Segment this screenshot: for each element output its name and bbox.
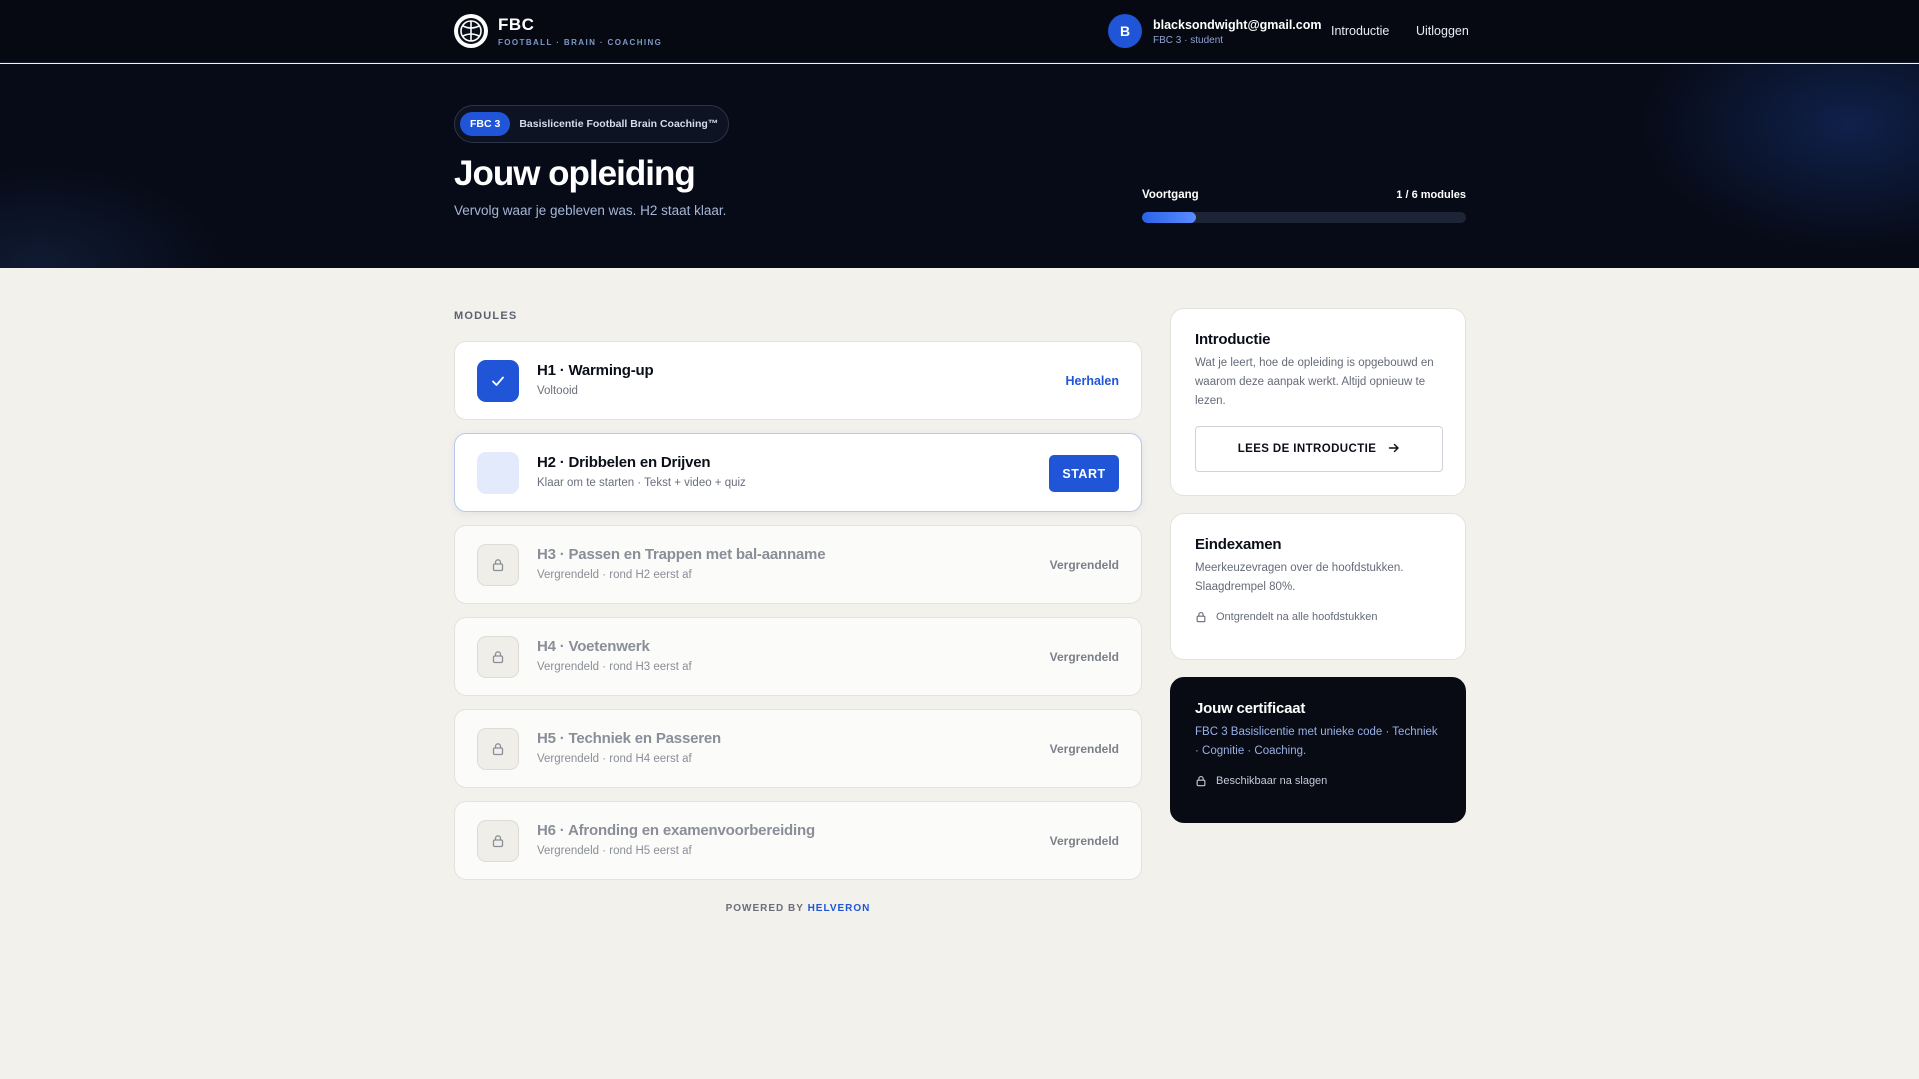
module-card-h6: H6 · Afronding en examenvoorbereiding Ve…: [454, 801, 1142, 880]
module-ready-icon: [477, 452, 519, 494]
module-card-h5: H5 · Techniek en Passeren Vergrendeld · …: [454, 709, 1142, 788]
intro-card-title: Introductie: [1195, 331, 1271, 348]
module-card-h4: H4 · Voetenwerk Vergrendeld · rond H3 ee…: [454, 617, 1142, 696]
modules-heading: MODULES: [454, 310, 518, 322]
page-title: Jouw opleiding: [454, 154, 696, 193]
nav-link-uitloggen[interactable]: Uitloggen: [1416, 24, 1469, 38]
arrow-right-icon: [1388, 442, 1400, 457]
module-title: H4 · Voetenwerk: [537, 638, 650, 655]
module-card-h3: H3 · Passen en Trappen met bal-aanname V…: [454, 525, 1142, 604]
lock-icon: [477, 728, 519, 770]
intro-card-text: Wat je leert, hoe de opleiding is opgebo…: [1195, 357, 1434, 407]
module-status: Voltooid: [537, 385, 578, 397]
certificate-lock-note: Beschikbaar na slagen: [1195, 775, 1441, 787]
module-status: Vergrendeld · rond H4 eerst af: [537, 753, 692, 765]
football-logo-icon: [454, 14, 488, 48]
repeat-link[interactable]: Herhalen: [1066, 374, 1120, 388]
exam-lock-note: Ontgrendelt na alle hoofdstukken: [1195, 611, 1441, 623]
module-title: H3 · Passen en Trappen met bal-aanname: [537, 546, 826, 563]
read-intro-button[interactable]: LEES DE INTRODUCTIE: [1195, 426, 1443, 472]
brand[interactable]: FBC FOOTBALL · BRAIN · COACHING: [454, 14, 662, 48]
exam-card-title: Eindexamen: [1195, 536, 1282, 553]
progress-count: 1 / 6 modules: [1396, 189, 1466, 201]
lock-icon: [477, 820, 519, 862]
course-pill: FBC 3 Basislicentie Football Brain Coach…: [454, 105, 729, 143]
module-card-h1[interactable]: H1 · Warming-up Voltooid Herhalen: [454, 341, 1142, 420]
hero-banner: [0, 64, 1919, 268]
read-intro-label: LEES DE INTRODUCTIE: [1237, 443, 1377, 455]
certificate-card-title: Jouw certificaat: [1195, 700, 1306, 717]
lock-icon: [1196, 612, 1206, 623]
powered-by: POWERED BY HELVERON: [454, 903, 1142, 914]
user-info: B blacksondwight@gmail.com FBC 3 · stude…: [1108, 14, 1321, 48]
progress-label: Voortgang: [1142, 189, 1199, 201]
top-navbar: FBC FOOTBALL · BRAIN · COACHING B blacks…: [0, 0, 1919, 63]
modules-list: H1 · Warming-up Voltooid Herhalen H2 · D…: [454, 341, 1142, 893]
brand-subtitle: FOOTBALL · BRAIN · COACHING: [498, 38, 663, 47]
intro-card: Introductie Wat je leert, hoe de opleidi…: [1170, 308, 1466, 496]
user-role: FBC 3 · student: [1153, 34, 1224, 46]
module-status: Vergrendeld · rond H3 eerst af: [537, 661, 692, 673]
lock-icon: [477, 544, 519, 586]
powered-by-label: POWERED BY: [725, 903, 804, 914]
brand-title: FBC: [498, 15, 535, 34]
nav-link-introductie[interactable]: Introductie: [1331, 24, 1389, 38]
exam-card-text: Meerkeuzevragen over de hoofdstukken. Sl…: [1195, 562, 1404, 593]
course-name: Basislicentie Football Brain Coaching™: [519, 118, 719, 130]
module-title: H6 · Afronding en examenvoorbereiding: [537, 822, 815, 839]
check-icon: [477, 360, 519, 402]
course-badge: FBC 3: [460, 112, 511, 136]
exam-lock-text: Ontgrendelt na alle hoofdstukken: [1216, 611, 1378, 623]
module-status: Vergrendeld · rond H5 eerst af: [537, 845, 692, 857]
powered-by-brand-link[interactable]: HELVERON: [808, 903, 871, 914]
page-subtitle: Vervolg waar je gebleven was. H2 staat k…: [454, 203, 727, 218]
lock-icon: [1196, 776, 1206, 787]
certificate-card: Jouw certificaat FBC 3 Basislicentie met…: [1170, 677, 1466, 823]
locked-label: Vergrendeld: [1049, 558, 1119, 572]
locked-label: Vergrendeld: [1049, 834, 1119, 848]
progress-bar-fill: [1142, 212, 1196, 223]
lock-icon: [477, 636, 519, 678]
exam-card: Eindexamen Meerkeuzevragen over de hoofd…: [1170, 513, 1466, 660]
avatar[interactable]: B: [1108, 14, 1142, 48]
start-button[interactable]: START: [1049, 455, 1119, 492]
certificate-lock-text: Beschikbaar na slagen: [1216, 775, 1328, 787]
module-status: Vergrendeld · rond H2 eerst af: [537, 569, 692, 581]
certificate-card-text: FBC 3 Basislicentie met unieke code · Te…: [1195, 726, 1438, 757]
locked-label: Vergrendeld: [1049, 650, 1119, 664]
module-title: H2 · Dribbelen en Drijven: [537, 454, 711, 471]
locked-label: Vergrendeld: [1049, 742, 1119, 756]
module-title: H5 · Techniek en Passeren: [537, 730, 721, 747]
user-email: blacksondwight@gmail.com: [1153, 17, 1322, 32]
module-status: Klaar om te starten · Tekst + video + qu…: [537, 477, 746, 489]
module-card-h2[interactable]: H2 · Dribbelen en Drijven Klaar om te st…: [454, 433, 1142, 512]
progress-bar: [1142, 212, 1466, 223]
module-title: H1 · Warming-up: [537, 362, 654, 379]
